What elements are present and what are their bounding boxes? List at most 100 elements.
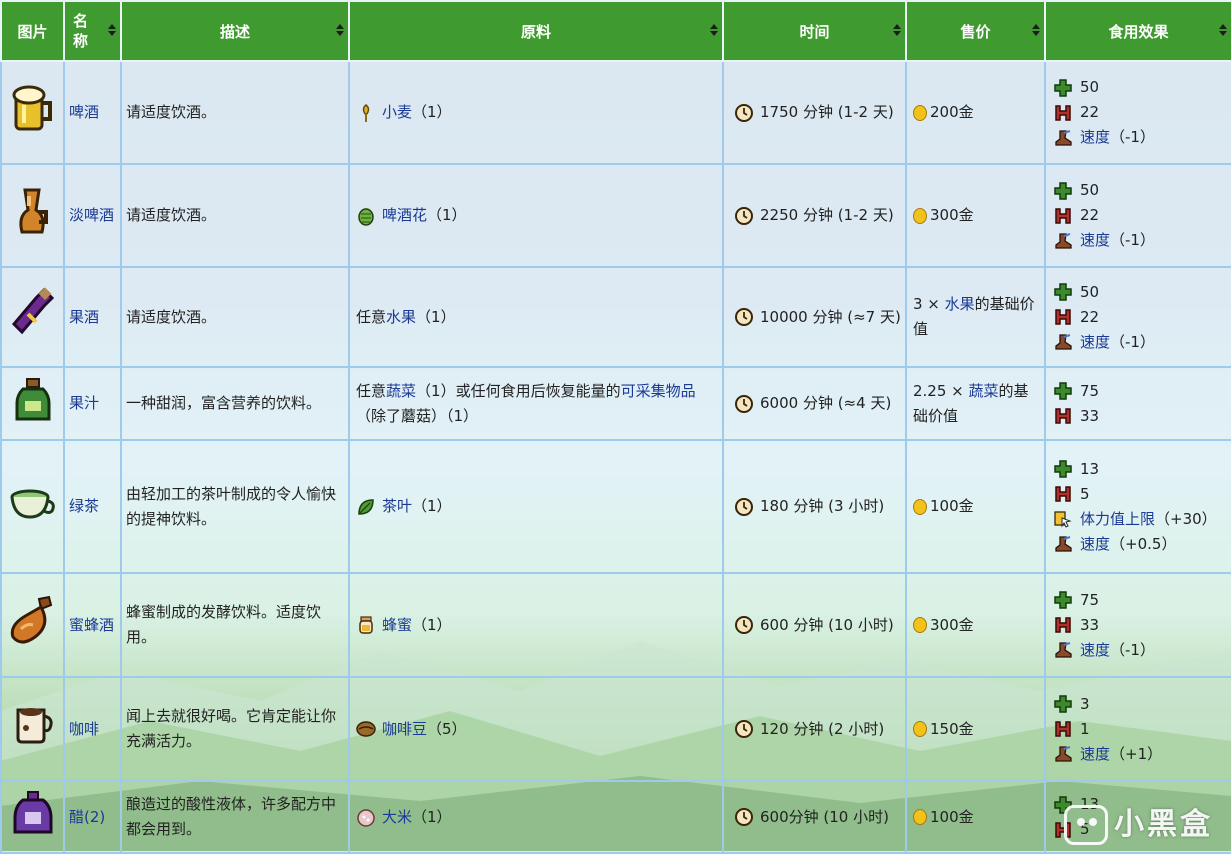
energy-icon: [1054, 695, 1072, 713]
effects-cell: 50 22 速度（-1）: [1044, 266, 1231, 368]
item-description: 蜂蜜制成的发酵饮料。适度饮用。: [126, 603, 322, 646]
max-energy-buff: 体力值上限（+30）: [1054, 507, 1227, 532]
item-description: 酿造过的酸性液体，许多配方中都会用到。: [126, 795, 337, 838]
header-ingredients-label: 原料: [520, 22, 551, 41]
drink-item-icon[interactable]: [13, 184, 53, 248]
table-row: 果酒 请适度饮酒。 任意水果（1） 10000 分钟 (≈7 天) 3 × 水果的基础价…: [0, 266, 1231, 368]
sort-icon[interactable]: [108, 24, 116, 36]
chat-bubble-icon: [1064, 805, 1108, 845]
header-ingredients[interactable]: 原料: [348, 0, 724, 62]
energy-effect: 75: [1054, 379, 1227, 404]
drink-item-icon[interactable]: [13, 375, 53, 433]
ingredient-link[interactable]: 小麦: [382, 103, 412, 121]
speed-buff-link[interactable]: 速度: [1080, 641, 1110, 659]
item-image-cell: [0, 366, 65, 441]
time-value: 1750 分钟 (1-2 天): [760, 103, 894, 121]
ingredient-prefix: 任意: [356, 381, 387, 400]
header-description[interactable]: 描述: [120, 0, 350, 62]
ingredient-link[interactable]: 水果: [386, 308, 416, 326]
item-image-cell: [0, 60, 65, 165]
description-cell: 一种甜润，富含营养的饮料。: [120, 366, 350, 441]
drink-item-icon[interactable]: [7, 593, 59, 657]
description-cell: 闻上去就很好喝。它肯定能让你充满活力。: [120, 676, 350, 782]
ingredient-link-2[interactable]: 可采集物品: [621, 382, 696, 400]
energy-effect: 50: [1054, 75, 1227, 100]
header-price[interactable]: 售价: [905, 0, 1046, 62]
speed-buff-value: （-1）: [1110, 640, 1155, 659]
header-name[interactable]: 名称: [63, 0, 122, 62]
time-cell: 120 分钟 (2 小时): [722, 676, 907, 782]
item-name-link[interactable]: 咖啡: [69, 720, 99, 738]
speed-buff: 速度（-1）: [1054, 330, 1227, 355]
sort-icon[interactable]: [336, 24, 344, 36]
price-cell: 150金: [905, 676, 1046, 782]
sort-icon[interactable]: [893, 24, 901, 36]
drink-item-icon[interactable]: [10, 83, 56, 143]
item-name-link[interactable]: 啤酒: [69, 103, 99, 121]
health-value: 22: [1080, 307, 1100, 326]
speed-boot-icon: [1055, 536, 1072, 552]
ingredient-quantity: （1）: [416, 307, 456, 326]
speed-buff-link[interactable]: 速度: [1080, 745, 1110, 763]
item-name-link[interactable]: 醋(2): [69, 808, 105, 826]
price-value: 100金: [930, 807, 974, 826]
table-row: 淡啤酒 请适度饮酒。 啤酒花（1） 2250 分钟 (1-2 天) 300金 50 22 速度…: [0, 163, 1231, 268]
drink-item-icon[interactable]: [13, 788, 53, 846]
ingredient-link[interactable]: 大米: [382, 808, 412, 826]
sort-icon[interactable]: [1032, 24, 1040, 36]
clock-icon: [735, 808, 753, 826]
speed-buff-link[interactable]: 速度: [1080, 128, 1110, 146]
item-description: 由轻加工的茶叶制成的令人愉快的提神饮料。: [126, 484, 337, 528]
item-name-link[interactable]: 淡啤酒: [69, 206, 114, 224]
item-image-cell: [0, 572, 65, 678]
drink-item-icon[interactable]: [8, 286, 58, 348]
energy-icon: [1054, 181, 1072, 200]
item-description: 一种甜润，富含营养的饮料。: [126, 394, 322, 412]
health-effect: 1: [1054, 717, 1227, 742]
header-time[interactable]: 时间: [722, 0, 907, 62]
effects-cell: 75 33 速度（-1）: [1044, 572, 1231, 678]
ingredient-link[interactable]: 咖啡豆: [382, 720, 427, 738]
price-link[interactable]: 蔬菜: [969, 382, 999, 400]
name-cell: 醋(2): [63, 780, 122, 854]
ingredient-link[interactable]: 蜂蜜: [382, 616, 412, 634]
item-name-link[interactable]: 果汁: [69, 394, 99, 412]
header-price-label: 售价: [960, 22, 991, 41]
price-link[interactable]: 水果: [945, 295, 975, 313]
ingredients-cell: 茶叶（1）: [348, 439, 724, 574]
speed-buff-link[interactable]: 速度: [1080, 535, 1110, 553]
health-effect: 5: [1054, 482, 1227, 507]
sort-icon[interactable]: [1219, 24, 1227, 36]
name-cell: 蜜蜂酒: [63, 572, 122, 678]
effects-cell: 75 33: [1044, 366, 1231, 441]
header-effects[interactable]: 食用效果: [1044, 0, 1231, 62]
speed-buff-link[interactable]: 速度: [1080, 333, 1110, 351]
header-row: 图片 名称 描述 原料 时间 售价 食用效果: [0, 0, 1231, 62]
ingredient-link[interactable]: 啤酒花: [382, 206, 427, 224]
health-value: 5: [1080, 484, 1090, 503]
item-name-link[interactable]: 蜜蜂酒: [69, 616, 114, 634]
clock-icon: [735, 720, 753, 738]
speed-buff-link[interactable]: 速度: [1080, 231, 1110, 249]
item-name-link[interactable]: 绿茶: [69, 497, 99, 515]
price-prefix: 3 ×: [913, 295, 945, 313]
energy-icon: [1054, 382, 1072, 400]
ingredient-link[interactable]: 茶叶: [382, 497, 412, 515]
tea-leaves-icon: [358, 498, 374, 515]
drink-item-icon[interactable]: [8, 483, 58, 531]
health-effect: 22: [1054, 203, 1227, 228]
health-icon: [1055, 617, 1071, 633]
description-cell: 酿造过的酸性液体，许多配方中都会用到。: [120, 780, 350, 854]
health-value: 22: [1080, 206, 1100, 224]
health-effect: 33: [1054, 404, 1227, 429]
max-energy-buff-link[interactable]: 体力值上限: [1080, 510, 1155, 528]
ingredient-link[interactable]: 蔬菜: [386, 382, 416, 400]
health-value: 1: [1080, 719, 1090, 738]
item-image-cell: [0, 780, 65, 854]
sort-icon[interactable]: [710, 24, 718, 36]
item-name-link[interactable]: 果酒: [69, 308, 99, 326]
drink-item-icon[interactable]: [10, 702, 56, 756]
watermark-text: 小黑盒: [1114, 806, 1213, 842]
price-cell: 3 × 水果的基础价值: [905, 266, 1046, 368]
ingredients-cell: 蜂蜜（1）: [348, 572, 724, 678]
